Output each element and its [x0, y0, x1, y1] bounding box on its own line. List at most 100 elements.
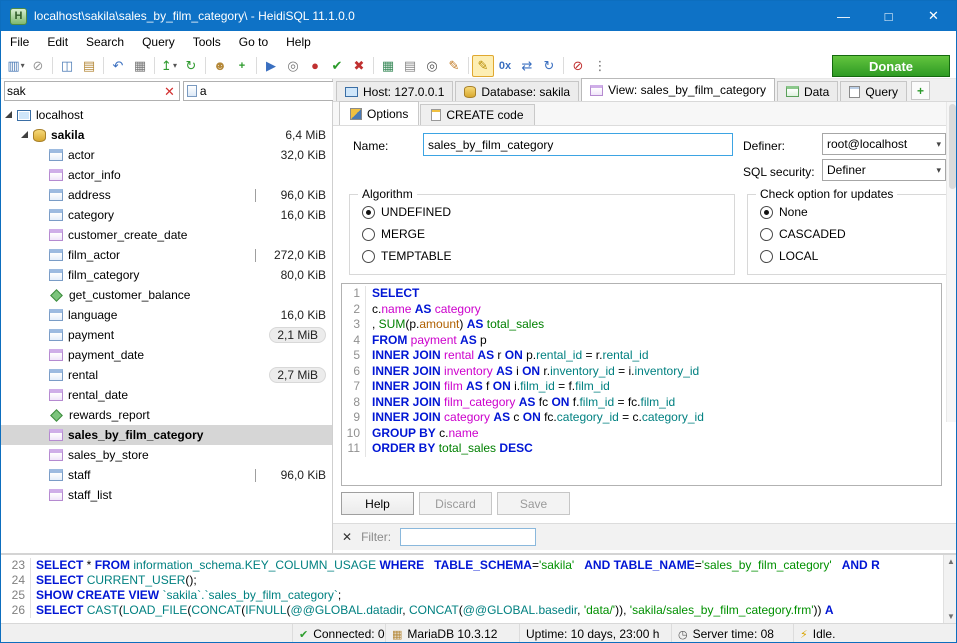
- radio-algorithm-temptable[interactable]: TEMPTABLE: [362, 249, 451, 263]
- sql-editor[interactable]: 1SELECT2c.name AS category3, SUM(p.amoun…: [341, 283, 942, 486]
- search-icon-glyph: ◎: [426, 58, 437, 74]
- line-number: 26: [1, 603, 31, 618]
- hex-icon[interactable]: 0x: [494, 55, 516, 77]
- tab-database-sakila[interactable]: Database: sakila: [455, 81, 579, 101]
- donate-button[interactable]: Donate: [832, 55, 950, 77]
- tab-query[interactable]: Query: [840, 81, 907, 101]
- search-icon[interactable]: ◎: [421, 55, 443, 77]
- definer-combobox[interactable]: root@localhost ▾: [822, 133, 946, 155]
- document-filter-icon: [187, 85, 197, 97]
- paste-icon[interactable]: ▤: [78, 55, 100, 77]
- radio-check-option-local[interactable]: LOCAL: [760, 249, 818, 263]
- export-icon[interactable]: ↥▾: [158, 55, 180, 77]
- stop-icon[interactable]: ●: [304, 55, 326, 77]
- print-icon[interactable]: ▦: [129, 55, 151, 77]
- tree-item-sakila[interactable]: sakila6,4 MiB: [1, 125, 332, 145]
- menu-edit[interactable]: Edit: [38, 31, 77, 53]
- disconnect-icon[interactable]: ⊘: [27, 55, 49, 77]
- pause-icon[interactable]: ◎: [282, 55, 304, 77]
- tree-item-rewards_report[interactable]: rewards_report: [1, 405, 332, 425]
- abort-icon[interactable]: ⊘: [567, 55, 589, 77]
- radio-algorithm-merge[interactable]: MERGE: [362, 227, 425, 241]
- sql-security-combobox[interactable]: Definer ▾: [822, 159, 946, 181]
- run-query-icon[interactable]: ▶: [260, 55, 282, 77]
- second-filter-input[interactable]: [200, 84, 355, 98]
- scroll-up-icon[interactable]: ▲: [947, 557, 955, 566]
- tree-item-sales_by_store[interactable]: sales_by_store: [1, 445, 332, 465]
- radio-check-option-none[interactable]: None: [760, 205, 808, 219]
- new-query-tab-button[interactable]: +: [911, 81, 930, 100]
- close-button[interactable]: ✕: [911, 1, 956, 31]
- clipboard-icon[interactable]: ▤: [399, 55, 421, 77]
- radio-icon[interactable]: [760, 250, 773, 263]
- scrollbar-thumb[interactable]: [949, 104, 956, 189]
- options-scrollbar[interactable]: [946, 102, 957, 422]
- tree-item-payment_date[interactable]: payment_date: [1, 345, 332, 365]
- reconnect-icon[interactable]: ↻: [538, 55, 560, 77]
- menu-tools[interactable]: Tools: [184, 31, 230, 53]
- tree-item-language[interactable]: language16,0 KiB: [1, 305, 332, 325]
- tree-item-film_actor[interactable]: film_actor272,0 KiB: [1, 245, 332, 265]
- copy-icon[interactable]: ◫: [56, 55, 78, 77]
- menu-search[interactable]: Search: [77, 31, 133, 53]
- tab-view-sales-by-film-category[interactable]: View: sales_by_film_category: [581, 78, 775, 101]
- tree-item-rental[interactable]: rental2,7 MiB: [1, 365, 332, 385]
- refresh-icon[interactable]: ↻: [180, 55, 202, 77]
- subtab-create-code[interactable]: CREATE code: [420, 104, 534, 125]
- overflow-icon[interactable]: ⋮: [589, 55, 611, 77]
- table-tools-icon[interactable]: ▦: [377, 55, 399, 77]
- tree-item-film_category[interactable]: film_category80,0 KiB: [1, 265, 332, 285]
- tree-item-sales_by_film_category[interactable]: sales_by_film_category: [1, 425, 332, 445]
- check-icon[interactable]: ✔: [326, 55, 348, 77]
- tree-item-rental_date[interactable]: rental_date: [1, 385, 332, 405]
- tab-data[interactable]: Data: [777, 81, 838, 101]
- status-text: Connected: 00: [313, 627, 386, 641]
- highlighter-icon[interactable]: ✎: [472, 55, 494, 77]
- tree-item-localhost[interactable]: localhost: [1, 105, 332, 125]
- radio-icon[interactable]: [760, 228, 773, 241]
- menu-query[interactable]: Query: [133, 31, 184, 53]
- close-filter-icon[interactable]: ✕: [342, 530, 352, 544]
- minimize-button[interactable]: —: [821, 1, 866, 31]
- compare-icon[interactable]: ⇄: [516, 55, 538, 77]
- tree-item-actor_info[interactable]: actor_info: [1, 165, 332, 185]
- radio-icon[interactable]: [362, 250, 375, 263]
- tree-item-address[interactable]: address96,0 KiB: [1, 185, 332, 205]
- scroll-down-icon[interactable]: ▼: [947, 612, 955, 621]
- table-icon: [49, 329, 63, 341]
- tab-host-127-0-0-1[interactable]: Host: 127.0.0.1: [336, 81, 453, 101]
- clear-filter-icon[interactable]: ✕: [162, 85, 177, 98]
- radio-check-option-cascaded[interactable]: CASCADED: [760, 227, 846, 241]
- menu-help[interactable]: Help: [277, 31, 320, 53]
- expand-arrow-icon[interactable]: [5, 111, 12, 118]
- help-button[interactable]: Help: [341, 492, 414, 515]
- filter-input[interactable]: [400, 528, 536, 546]
- user-manager-icon[interactable]: ☻: [209, 55, 231, 77]
- tree-item-payment[interactable]: payment2,1 MiB: [1, 325, 332, 345]
- tree-item-get_customer_balance[interactable]: get_customer_balance: [1, 285, 332, 305]
- view-name-input[interactable]: [423, 133, 733, 156]
- tree-item-staff_list[interactable]: staff_list: [1, 485, 332, 505]
- save-button[interactable]: Save: [497, 492, 570, 515]
- maximize-button[interactable]: □: [866, 1, 911, 31]
- tree-item-staff[interactable]: staff96,0 KiB: [1, 465, 332, 485]
- tree-item-category[interactable]: category16,0 KiB: [1, 205, 332, 225]
- subtab-options[interactable]: Options: [339, 101, 419, 125]
- session-manager-icon[interactable]: ▥▾: [5, 55, 27, 77]
- log-scrollbar[interactable]: ▲ ▼: [943, 555, 957, 623]
- table-filter-input[interactable]: [7, 84, 162, 98]
- tree-item-actor[interactable]: actor32,0 KiB: [1, 145, 332, 165]
- undo-icon[interactable]: ↶: [107, 55, 129, 77]
- edit-icon[interactable]: ✎: [443, 55, 465, 77]
- tree-item-customer_create_date[interactable]: customer_create_date: [1, 225, 332, 245]
- radio-icon[interactable]: [362, 206, 375, 219]
- expand-arrow-icon[interactable]: [21, 131, 28, 138]
- cancel-icon[interactable]: ✖: [348, 55, 370, 77]
- radio-icon[interactable]: [760, 206, 773, 219]
- menu-file[interactable]: File: [1, 31, 38, 53]
- create-database-icon[interactable]: +: [231, 55, 253, 77]
- discard-button[interactable]: Discard: [419, 492, 492, 515]
- menu-go-to[interactable]: Go to: [230, 31, 277, 53]
- radio-icon[interactable]: [362, 228, 375, 241]
- radio-algorithm-undefined[interactable]: UNDEFINED: [362, 205, 451, 219]
